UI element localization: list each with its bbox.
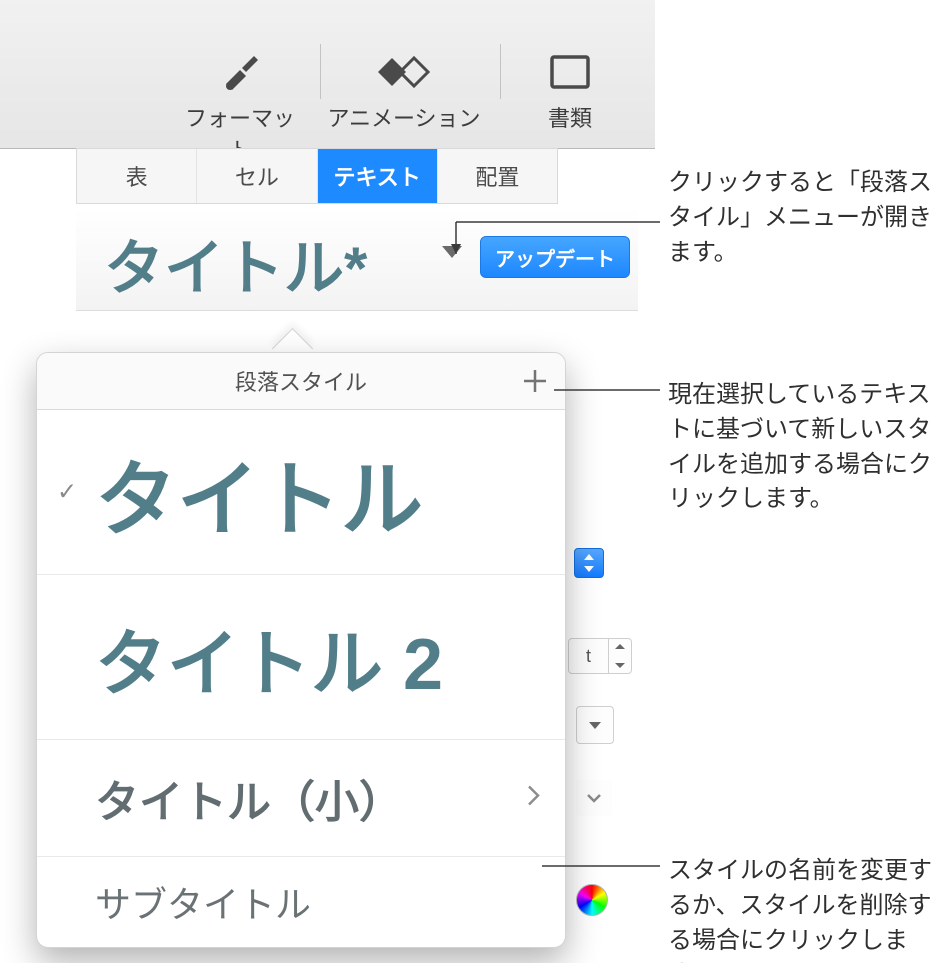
current-style-name[interactable]: タイトル*: [104, 220, 367, 307]
toolbar-separator: [500, 44, 501, 99]
paragraph-styles-popover: 段落スタイル ✓ タイトル タイトル 2 タイトル（小）: [36, 352, 566, 948]
tab-arrange[interactable]: 配置: [438, 149, 557, 203]
color-well-icon[interactable]: [576, 884, 608, 916]
add-style-button[interactable]: [521, 367, 549, 395]
update-style-label: アップデート: [495, 243, 615, 272]
chevron-right-icon[interactable]: [527, 785, 541, 812]
background-disclosure-chevron-icon[interactable]: [576, 780, 612, 816]
background-dropdown-button[interactable]: [574, 548, 604, 578]
toolbar-animation-label: アニメーション: [324, 101, 484, 133]
background-stepper[interactable]: t: [568, 638, 632, 674]
tab-cell[interactable]: セル: [197, 149, 317, 203]
tab-table[interactable]: 表: [77, 149, 197, 203]
document-icon: [520, 44, 620, 99]
callout-add-style: 現在選択しているテキストに基づいて新しいスタイルを追加する場合にクリックします。: [668, 378, 932, 517]
toolbar-document-label: 書類: [520, 101, 620, 133]
popover-header: 段落スタイル: [37, 353, 565, 410]
style-item-title-2[interactable]: タイトル 2: [37, 575, 565, 740]
paragraph-style-header: タイトル* アップデート: [76, 208, 638, 311]
background-stepper-value: t: [569, 646, 608, 667]
toolbar-animation-button[interactable]: アニメーション: [324, 44, 484, 133]
callout-open-menu: クリックすると「段落スタイル」メニューが開きます。: [668, 166, 932, 270]
style-item-title[interactable]: ✓ タイトル: [37, 410, 565, 575]
toolbar-separator: [320, 44, 321, 99]
style-item-label: タイトル: [95, 433, 423, 552]
inspector-subtabs: 表 セル テキスト 配置: [76, 148, 558, 204]
plus-icon: [522, 368, 548, 394]
style-item-title-small[interactable]: タイトル（小）: [37, 740, 565, 857]
toolbar-format-button[interactable]: フォーマット: [180, 44, 300, 165]
background-select[interactable]: [576, 706, 614, 744]
tab-text[interactable]: テキスト: [318, 149, 438, 203]
toolbar-document-button[interactable]: 書類: [520, 44, 620, 133]
update-style-button[interactable]: アップデート: [480, 236, 630, 278]
diamond-icon: [324, 44, 484, 99]
inspector-toolbar: フォーマット アニメーション 書類: [0, 0, 655, 149]
style-item-label: サブタイトル: [95, 876, 311, 928]
canvas: フォーマット アニメーション 書類 表 セル テキスト 配置: [0, 0, 944, 963]
stepper-arrows-icon[interactable]: [608, 639, 631, 673]
paintbrush-icon: [180, 44, 300, 99]
checkmark-icon: ✓: [57, 478, 77, 507]
style-item-label: タイトル 2: [95, 605, 443, 710]
style-item-label: タイトル（小）: [95, 766, 403, 830]
callout-rename-delete: スタイルの名前を変更するか、スタイルを削除する場合にクリックします。: [668, 854, 932, 963]
popover-title: 段落スタイル: [235, 365, 367, 397]
style-list: ✓ タイトル タイトル 2 タイトル（小） サブタイトル: [37, 410, 565, 947]
style-menu-chevron-icon[interactable]: [442, 246, 462, 258]
style-item-subtitle[interactable]: サブタイトル: [37, 857, 565, 947]
